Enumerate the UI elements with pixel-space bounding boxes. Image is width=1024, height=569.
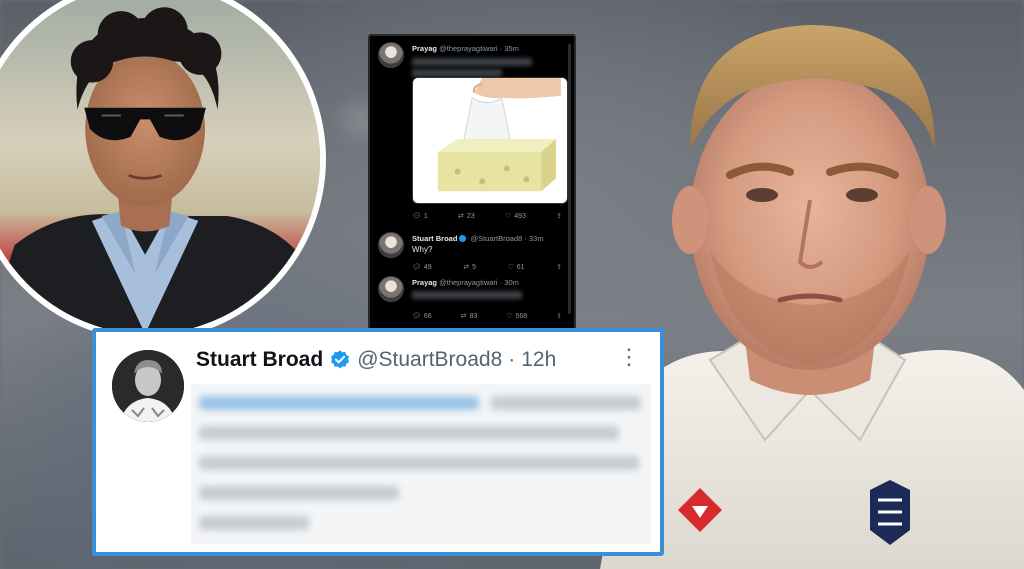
- reply-button[interactable]: 💬︎ 1: [412, 212, 428, 221]
- verified-badge-icon: [331, 350, 350, 369]
- blurred-text: [491, 396, 641, 410]
- blurred-text: [412, 69, 502, 77]
- avatar[interactable]: [378, 42, 404, 68]
- blurred-mention: [199, 396, 479, 410]
- tweet-header: Stuart Broad @StuartBroad8 · 33m: [412, 234, 544, 243]
- tweet-actions: 💬︎ 1 ⇄ 23 ♡ 493 ⇪: [412, 212, 562, 221]
- scrollbar[interactable]: [568, 44, 571, 314]
- avatar[interactable]: [378, 232, 404, 258]
- tissue-box-image[interactable]: [412, 77, 568, 204]
- blurred-text: [199, 456, 639, 470]
- tweet-header: Prayag @theprayagtiwari · 30m: [412, 278, 519, 287]
- timestamp[interactable]: 12h: [521, 348, 556, 372]
- reply-icon: 💬︎: [412, 264, 421, 271]
- share-button[interactable]: ⇪: [556, 312, 562, 320]
- display-name[interactable]: Stuart Broad: [196, 348, 323, 372]
- like-icon: ♡: [506, 313, 513, 320]
- more-options-icon[interactable]: ⋮: [618, 346, 640, 368]
- like-icon: ♡: [504, 213, 512, 220]
- retweet-button[interactable]: ⇄ 5: [463, 263, 476, 272]
- avatar[interactable]: [112, 350, 184, 422]
- like-button[interactable]: ♡ 493: [504, 212, 526, 221]
- tweet-actions: 💬︎ 49 ⇄ 5 ♡ 61 ⇪: [412, 263, 562, 272]
- share-button[interactable]: ⇪: [556, 263, 562, 271]
- reply-icon: 💬︎: [412, 213, 421, 220]
- reply-button[interactable]: 💬︎ 49: [412, 263, 432, 272]
- share-icon: ⇪: [556, 313, 562, 320]
- reply-button[interactable]: 💬︎ 66: [412, 312, 432, 321]
- blurred-text: [412, 291, 522, 299]
- share-icon: ⇪: [556, 264, 562, 271]
- tweet-actions: 💬︎ 66 ⇄ 83 ♡ 568 ⇪: [412, 312, 562, 321]
- blurred-text: [199, 486, 399, 500]
- share-button[interactable]: ⇪: [556, 212, 562, 220]
- blurred-text: [199, 516, 309, 530]
- thread-tweet-2[interactable]: Stuart Broad @StuartBroad8 · 33m Why? 💬︎…: [378, 232, 564, 276]
- blurred-tweet-text: [191, 384, 651, 544]
- stuart-broad-tweet-card[interactable]: Stuart Broad @StuartBroad8 · 12h ⋮: [92, 328, 664, 556]
- reply-icon: 💬︎: [412, 313, 421, 320]
- like-button[interactable]: ♡ 61: [507, 263, 525, 272]
- tweet-header: Prayag @theprayagtiwari · 35m: [412, 44, 519, 53]
- verified-badge-icon: [459, 235, 467, 242]
- tweet-header: Stuart Broad @StuartBroad8 · 12h: [196, 348, 556, 372]
- retweet-button[interactable]: ⇄ 23: [458, 212, 475, 221]
- share-icon: ⇪: [556, 213, 562, 220]
- blurred-text: [412, 58, 532, 66]
- thread-tweet-3[interactable]: Prayag @theprayagtiwari · 30m 💬︎ 66 ⇄ 83 ♡…: [378, 276, 564, 328]
- retweet-icon: ⇄: [458, 213, 464, 220]
- blurred-text: [199, 426, 619, 440]
- tweet-thread-screenshot: Prayag @theprayagtiwari · 35m 💬︎ 1 ⇄ 23 ♡ 4: [368, 34, 576, 330]
- like-button[interactable]: ♡ 568: [506, 312, 527, 321]
- retweet-icon: ⇄: [463, 264, 470, 271]
- retweet-icon: ⇄: [460, 313, 467, 320]
- separator: ·: [508, 348, 516, 371]
- avatar[interactable]: [378, 276, 404, 302]
- like-icon: ♡: [507, 264, 514, 271]
- tweet-text: Why?: [412, 245, 433, 254]
- retweet-button[interactable]: ⇄ 83: [460, 312, 478, 321]
- handle[interactable]: @StuartBroad8: [357, 348, 502, 372]
